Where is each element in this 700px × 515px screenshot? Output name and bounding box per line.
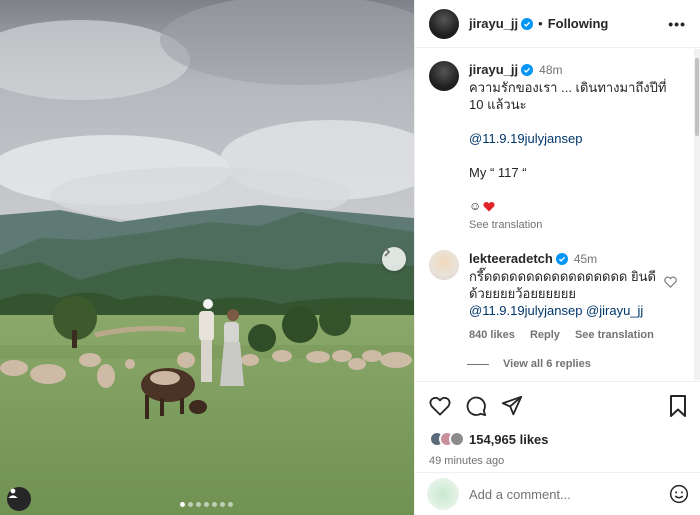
user-tag-icon [8,488,18,498]
comment-mention[interactable]: @11.9.19julyjansep [469,303,582,318]
comments-list: jirayu_jj 48m ความรักของเรา ... เดินทางมา… [415,49,695,380]
post-side-panel: jirayu_jj • Following ••• jirayu_jj 48m ค… [414,0,700,515]
carousel-dot [188,502,193,507]
save-button[interactable] [669,395,687,417]
heart-icon [429,396,451,416]
comment-time[interactable]: 45m [574,252,597,266]
emoji-icon[interactable] [669,484,689,504]
caption-see-translation[interactable]: See translation [469,217,683,234]
carousel-dot [212,502,217,507]
post-photo[interactable] [0,0,414,515]
landscape-image [0,0,414,515]
caption-text-2: My “ 117 “ [469,165,527,180]
comment-username[interactable]: lekteeradetch [469,251,553,266]
comment: great_rider1043m [415,370,695,380]
carousel-dot [220,502,225,507]
chevron-right-icon [384,247,391,257]
view-replies-label: View all 6 replies [503,358,591,370]
likes-count[interactable]: 154,965 likes [469,432,549,447]
scrollbar-thumb[interactable] [695,58,699,136]
caption-username[interactable]: jirayu_jj [469,62,518,77]
like-button[interactable] [429,396,451,416]
comment: lekteeradetch 45m กรี๊ดดดดดดดดดดดดดดดดด ย… [415,234,695,344]
heart-emoji-icon [483,201,495,212]
comment-button[interactable] [465,395,487,417]
avatar [427,478,459,510]
divider [467,363,489,365]
caption: jirayu_jj 48m ความรักของเรา ... เดินทางมา… [415,49,695,234]
caption-text: ความรักของเรา ... เดินทางมาถึงปีที่ 10 แ… [469,80,667,112]
post-actions: 154,965 likes 49 minutes ago [415,381,700,467]
comment-text: กรี๊ดดดดดดดดดดดดดดดดด ยินดีด้วยยยยว้อยยย… [469,269,656,301]
verified-badge-icon [555,253,568,265]
likes-summary: 154,965 likes [429,431,687,447]
comment-likes[interactable]: 840 likes [469,329,515,341]
verified-badge-icon [521,64,534,76]
comment-see-translation[interactable]: See translation [575,329,654,341]
post-timestamp[interactable]: 49 minutes ago [429,455,687,467]
reply-button[interactable]: Reply [530,329,560,341]
view-replies-button[interactable]: View all 6 replies [467,358,695,370]
post-author-username[interactable]: jirayu_jj [469,16,518,31]
carousel-dot [196,502,201,507]
verified-badge-icon [521,17,534,30]
following-button[interactable]: Following [548,16,609,31]
caption-mention[interactable]: @11.9.19julyjansep [469,130,683,147]
share-button[interactable] [501,395,523,417]
smile-emoji: ☺ [469,199,482,213]
comment-meta: 840 likes Reply See translation [469,327,683,344]
comment-icon [466,396,487,417]
avatar[interactable] [429,250,459,280]
tagged-users-button[interactable] [7,487,31,511]
comment-heart-icon[interactable] [664,276,677,288]
comment-composer: Add a comment... [415,472,700,515]
post-header: jirayu_jj • Following ••• [415,0,700,48]
header-separator: • [538,16,543,31]
caption-time[interactable]: 48m [539,63,562,77]
carousel-dot [228,502,233,507]
carousel-dot [180,502,185,507]
carousel-dot [204,502,209,507]
add-comment-input[interactable]: Add a comment... [469,487,669,502]
next-image-button[interactable] [382,247,406,271]
avatar [449,431,465,447]
avatar[interactable] [429,8,459,39]
avatar[interactable] [429,61,459,91]
more-options-button[interactable]: ••• [668,16,686,32]
carousel-dots [180,502,233,507]
bookmark-icon [670,395,686,417]
share-icon [501,395,523,416]
comment-mention[interactable]: @jirayu_jj [586,303,643,318]
